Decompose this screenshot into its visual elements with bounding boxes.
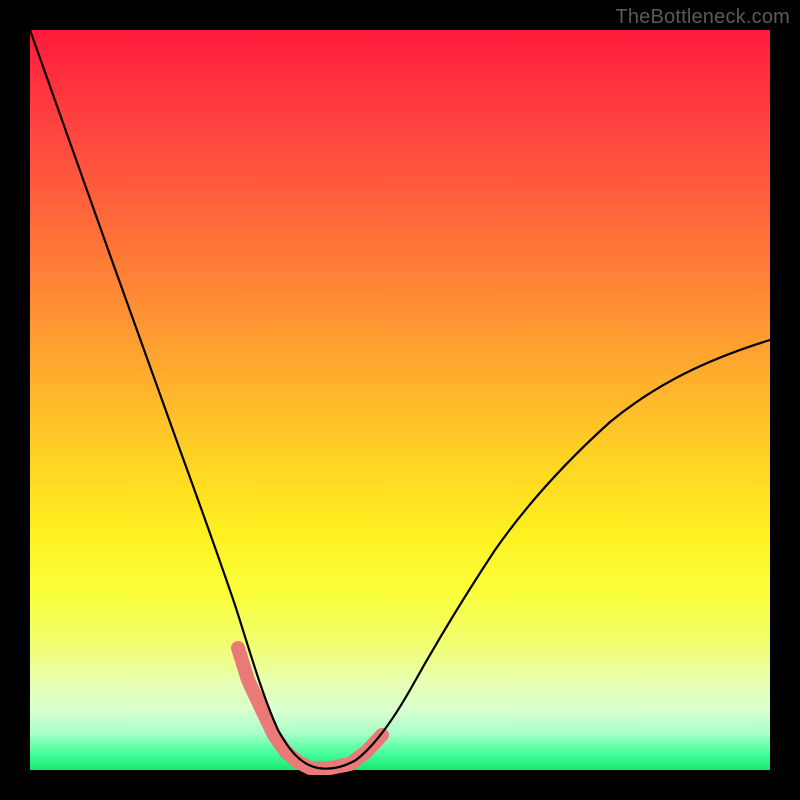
- chart-data-point-markers: [238, 648, 382, 768]
- chart-curve: [30, 30, 770, 769]
- chart-plot-area: [30, 30, 770, 770]
- watermark-text: TheBottleneck.com: [615, 6, 790, 29]
- chart-svg: [30, 30, 770, 770]
